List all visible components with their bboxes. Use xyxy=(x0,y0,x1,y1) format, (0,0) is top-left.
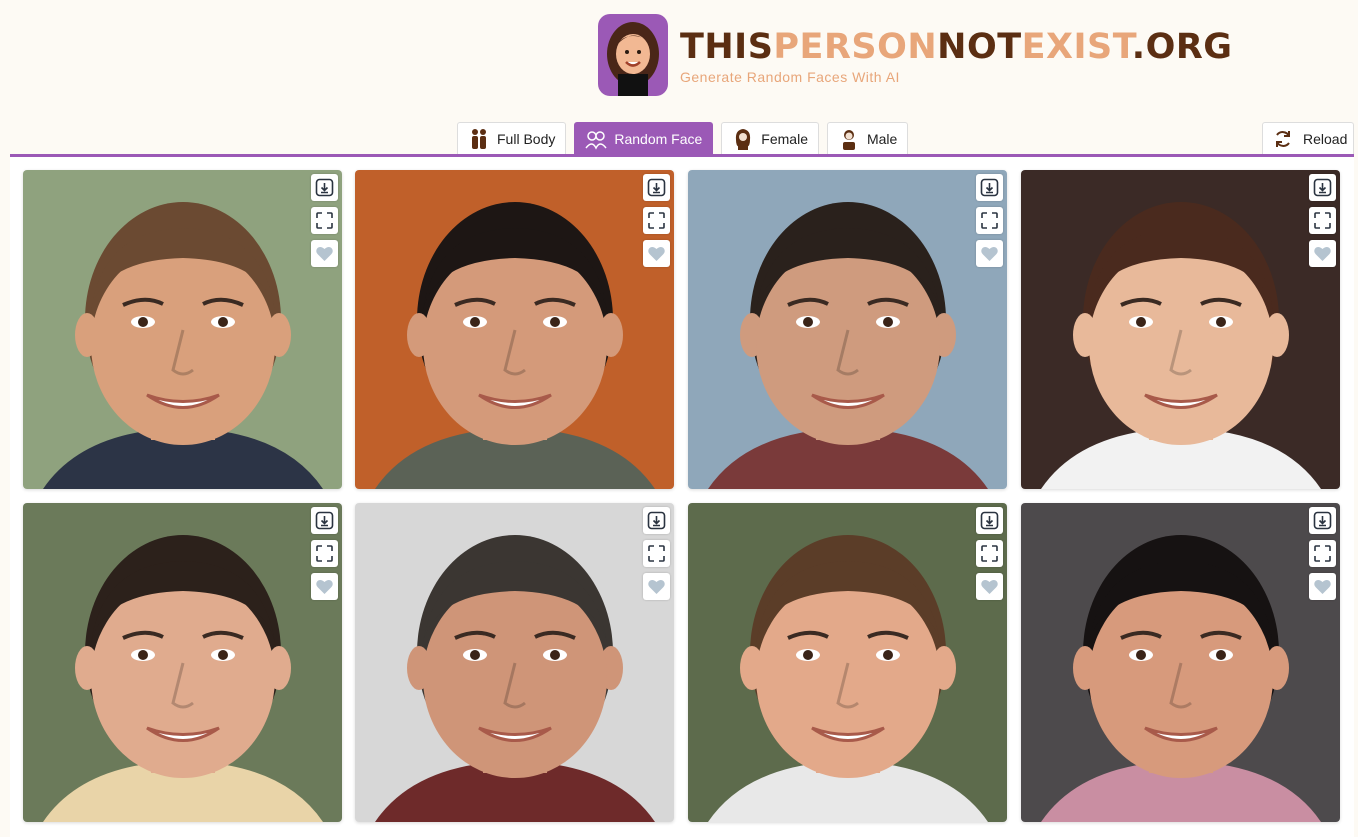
heart-icon xyxy=(980,244,999,263)
heart-button[interactable] xyxy=(643,240,670,267)
download-button[interactable] xyxy=(311,507,338,534)
heart-icon xyxy=(1313,244,1332,263)
fullscreen-icon xyxy=(315,544,334,563)
heart-button[interactable] xyxy=(976,240,1003,267)
face-card-5[interactable] xyxy=(23,503,342,822)
face-card-1[interactable] xyxy=(23,170,342,489)
card-actions xyxy=(1309,174,1336,273)
heart-button[interactable] xyxy=(311,240,338,267)
download-icon xyxy=(980,511,999,530)
heart-button[interactable] xyxy=(1309,240,1336,267)
heart-button[interactable] xyxy=(976,573,1003,600)
full-body-icon xyxy=(472,128,486,149)
heart-icon xyxy=(315,577,334,596)
face-card-6[interactable] xyxy=(355,503,674,822)
fullscreen-button[interactable] xyxy=(1309,540,1336,567)
fullscreen-button[interactable] xyxy=(976,540,1003,567)
tab-label: Full Body xyxy=(497,130,556,147)
female-icon xyxy=(736,128,751,150)
fullscreen-button[interactable] xyxy=(311,207,338,234)
category-tabs: Full Body Random Face Female Male xyxy=(457,122,916,154)
face-image xyxy=(23,503,342,822)
download-button[interactable] xyxy=(1309,174,1336,201)
fullscreen-icon xyxy=(1313,211,1332,230)
random-face-icon xyxy=(585,130,607,150)
card-actions xyxy=(311,174,338,273)
fullscreen-icon xyxy=(980,211,999,230)
fullscreen-icon xyxy=(315,211,334,230)
face-card-3[interactable] xyxy=(688,170,1007,489)
fullscreen-button[interactable] xyxy=(643,207,670,234)
face-image xyxy=(688,503,1007,822)
reload-button[interactable]: Reload xyxy=(1262,122,1354,154)
download-icon xyxy=(980,178,999,197)
card-actions xyxy=(311,507,338,606)
site-logo[interactable]: THISPERSONNOTEXIST.ORG Generate Random F… xyxy=(598,14,1233,96)
face-grid xyxy=(10,157,1354,837)
tab-random-face[interactable]: Random Face xyxy=(574,122,714,154)
tab-label: Male xyxy=(866,130,898,147)
face-image xyxy=(688,170,1007,489)
card-actions xyxy=(1309,507,1336,606)
download-button[interactable] xyxy=(976,507,1003,534)
download-icon xyxy=(647,511,666,530)
download-icon xyxy=(315,511,334,530)
fullscreen-icon xyxy=(647,544,666,563)
site-title: THISPERSONNOTEXIST.ORG xyxy=(680,27,1233,67)
heart-button[interactable] xyxy=(643,573,670,600)
site-header: THISPERSONNOTEXIST.ORG Generate Random F… xyxy=(0,0,1358,157)
download-icon xyxy=(1313,178,1332,197)
heart-icon xyxy=(980,577,999,596)
download-button[interactable] xyxy=(643,507,670,534)
heart-icon xyxy=(1313,577,1332,596)
reload-icon xyxy=(1276,130,1290,147)
tab-female[interactable]: Female xyxy=(721,122,819,154)
face-image xyxy=(1021,170,1340,489)
face-image xyxy=(1021,503,1340,822)
fullscreen-button[interactable] xyxy=(311,540,338,567)
face-card-4[interactable] xyxy=(1021,170,1340,489)
download-icon xyxy=(1313,511,1332,530)
fullscreen-icon xyxy=(1313,544,1332,563)
download-button[interactable] xyxy=(976,174,1003,201)
download-icon xyxy=(647,178,666,197)
heart-button[interactable] xyxy=(1309,573,1336,600)
fullscreen-button[interactable] xyxy=(1309,207,1336,234)
face-image xyxy=(355,170,674,489)
card-actions xyxy=(643,507,670,606)
download-button[interactable] xyxy=(643,174,670,201)
face-image xyxy=(23,170,342,489)
male-icon xyxy=(842,129,855,150)
logo-avatar-icon xyxy=(598,14,668,96)
face-card-7[interactable] xyxy=(688,503,1007,822)
download-button[interactable] xyxy=(1309,507,1336,534)
face-image xyxy=(355,503,674,822)
card-actions xyxy=(976,174,1003,273)
download-icon xyxy=(315,178,334,197)
fullscreen-button[interactable] xyxy=(643,540,670,567)
card-actions xyxy=(976,507,1003,606)
heart-icon xyxy=(315,244,334,263)
tab-full-body[interactable]: Full Body xyxy=(457,122,567,154)
download-button[interactable] xyxy=(311,174,338,201)
tab-label: Random Face xyxy=(614,130,703,147)
heart-button[interactable] xyxy=(311,573,338,600)
fullscreen-button[interactable] xyxy=(976,207,1003,234)
card-actions xyxy=(643,174,670,273)
tab-male[interactable]: Male xyxy=(826,122,909,154)
fullscreen-icon xyxy=(980,544,999,563)
site-tagline: Generate Random Faces With AI xyxy=(680,69,900,85)
heart-icon xyxy=(647,577,666,596)
face-card-8[interactable] xyxy=(1021,503,1340,822)
fullscreen-icon xyxy=(647,211,666,230)
reload-label: Reload xyxy=(1303,130,1348,147)
tab-label: Female xyxy=(761,130,808,147)
face-card-2[interactable] xyxy=(355,170,674,489)
heart-icon xyxy=(647,244,666,263)
